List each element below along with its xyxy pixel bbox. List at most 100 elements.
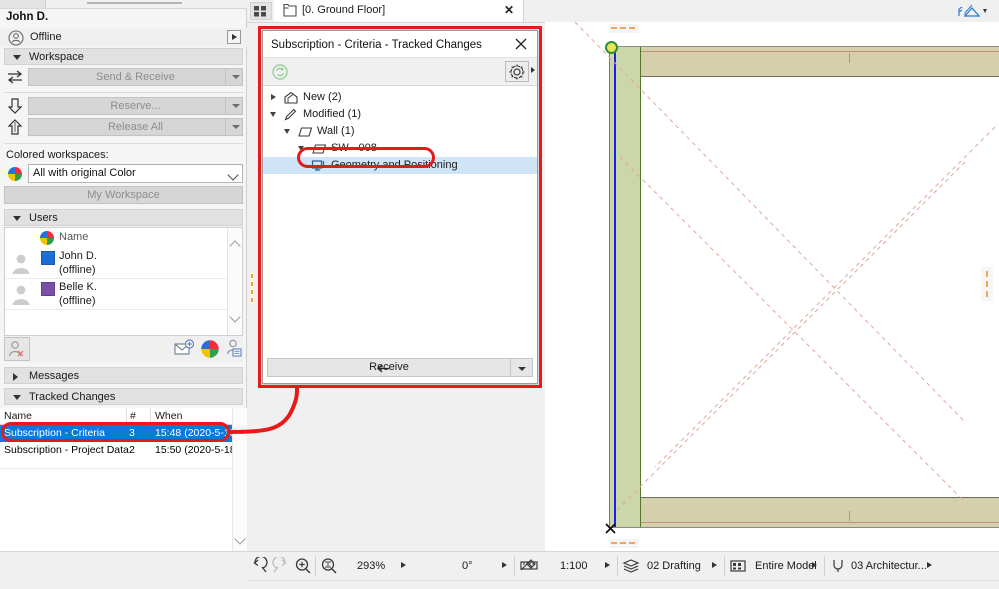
chevron-right-icon[interactable] — [271, 94, 276, 100]
user-details-button[interactable] — [222, 337, 248, 361]
send-receive-options-button[interactable] — [225, 68, 243, 86]
color-wheel-icon — [39, 230, 55, 246]
table-row[interactable]: Subscription - Project Data 2 15:50 (202… — [0, 442, 247, 459]
chevron-down-icon[interactable] — [270, 112, 276, 117]
user-status-menu-button[interactable] — [227, 30, 241, 44]
colored-workspaces-select[interactable]: All with original Color — [28, 164, 243, 183]
reserve-button[interactable]: Reserve... — [28, 97, 243, 115]
view-value[interactable]: Entire Model — [755, 560, 817, 572]
chevron-down-icon[interactable] — [284, 129, 290, 134]
3d-view-icon[interactable] — [953, 2, 993, 20]
user-list-item[interactable]: John D. (offline) — [5, 248, 229, 279]
scroll-up-icon[interactable] — [229, 240, 241, 252]
tracked-changes-table: Name # When Subscription - Criteria 3 15… — [0, 408, 247, 468]
tree-item-new[interactable]: New (2) — [263, 89, 537, 106]
user-status: (offline) — [59, 295, 96, 307]
scroll-down-icon[interactable] — [234, 533, 246, 545]
user-status-row[interactable]: Offline — [0, 28, 247, 47]
send-receive-button[interactable]: Send & Receive — [28, 68, 243, 86]
remove-user-button[interactable] — [4, 337, 30, 361]
tree-item-label: Geometry and Positioning — [331, 159, 458, 171]
structure-display-icon[interactable] — [828, 557, 848, 575]
zoom-previous-icon[interactable] — [249, 555, 269, 575]
zoom-next-icon[interactable] — [271, 555, 291, 575]
left-panel-scrollbar[interactable] — [232, 408, 247, 551]
tree-item-modified[interactable]: Modified (1) — [263, 106, 537, 123]
colored-workspaces-value: All with original Color — [33, 167, 136, 179]
wall-icon — [311, 142, 327, 155]
scale-value[interactable]: 1:100 — [560, 560, 588, 572]
reserve-label: Reserve... — [110, 100, 161, 112]
zoom-value[interactable]: 293% — [357, 560, 385, 572]
scroll-down-icon[interactable] — [229, 311, 241, 323]
close-icon[interactable]: ✕ — [504, 4, 514, 16]
user-name: Belle K. — [59, 281, 97, 293]
palette-drag-handle[interactable] — [87, 2, 182, 4]
reserve-options-button[interactable] — [225, 97, 243, 115]
tree-item-wall[interactable]: Wall (1) — [263, 123, 537, 140]
row-when: 15:50 (2020-5-18) — [155, 444, 240, 456]
gear-icon[interactable] — [505, 61, 529, 82]
grid-view-icon[interactable] — [250, 2, 272, 20]
angle-value[interactable]: 0° — [462, 560, 473, 572]
structure-dropdown-icon[interactable] — [927, 562, 932, 568]
receive-dropdown-button[interactable] — [510, 359, 532, 376]
new-element-icon — [283, 91, 299, 104]
row-count: 3 — [129, 427, 135, 439]
angle-dropdown-icon[interactable] — [502, 562, 507, 568]
status-bar: 293% 0° 1:100 02 Drafting Entire Model 0… — [0, 551, 999, 589]
my-workspace-button[interactable]: My Workspace — [4, 186, 243, 204]
view-dropdown-icon[interactable] — [812, 562, 817, 568]
gear-dropdown-icon[interactable] — [531, 67, 535, 73]
layer-value[interactable]: 02 Drafting — [647, 560, 701, 572]
row-name: Subscription - Project Data — [4, 444, 129, 456]
row-count: 2 — [129, 444, 135, 456]
user-color-chip — [41, 251, 55, 265]
zoom-dropdown-icon[interactable] — [401, 562, 406, 568]
users-column-name: Name — [59, 231, 89, 243]
user-avatar-icon — [8, 30, 24, 46]
structure-value[interactable]: 03 Architectur... — [851, 560, 927, 572]
changes-tree[interactable]: New (2) Modified (1) Wall (1) SW - 008 G… — [263, 87, 537, 328]
reserve-icon — [5, 97, 25, 115]
layer-dropdown-icon[interactable] — [712, 562, 717, 568]
user-list-item[interactable]: Belle K. (offline) — [5, 279, 229, 310]
zoom-in-icon[interactable] — [293, 557, 313, 575]
palette-tabstrip — [0, 0, 247, 9]
workspace-section-header[interactable]: Workspace — [4, 48, 243, 65]
separator — [617, 556, 618, 576]
close-icon[interactable] — [513, 36, 529, 52]
users-section-header[interactable]: Users — [4, 209, 243, 226]
floor-plan-canvas[interactable] — [545, 22, 999, 552]
tree-item-sw-008[interactable]: SW - 008 — [263, 140, 537, 157]
release-all-button[interactable]: Release All — [28, 118, 243, 136]
splitter-grip[interactable] — [250, 272, 254, 302]
color-wheel-icon — [7, 166, 23, 182]
column-divider[interactable] — [126, 408, 127, 424]
column-divider[interactable] — [150, 408, 151, 424]
users-list-scrollbar[interactable] — [227, 228, 242, 335]
divider — [4, 92, 243, 93]
palette-tab-inactive[interactable] — [0, 0, 46, 8]
scale-dropdown-icon[interactable] — [605, 562, 610, 568]
renovation-filter-icon[interactable] — [728, 557, 748, 575]
tracked-changes-section-header[interactable]: Tracked Changes — [4, 388, 243, 405]
layers-icon[interactable] — [621, 557, 641, 575]
receive-button[interactable]: Receive — [267, 358, 533, 377]
tracked-changes-dialog: Subscription - Criteria - Tracked Change… — [262, 30, 538, 384]
chevron-down-icon[interactable] — [298, 146, 304, 151]
dialog-toolbar — [263, 57, 537, 86]
tree-item-label: Modified (1) — [303, 108, 362, 120]
send-message-button[interactable] — [172, 337, 198, 361]
document-tab[interactable]: [0. Ground Floor] ✕ — [274, 0, 524, 22]
separator — [824, 556, 825, 576]
table-row[interactable]: Subscription - Criteria 3 15:48 (2020-5-… — [0, 425, 247, 442]
release-all-options-button[interactable] — [225, 118, 243, 136]
send-receive-label: Send & Receive — [96, 71, 175, 83]
tree-item-geometry-and-positioning[interactable]: Geometry and Positioning — [263, 157, 537, 174]
messages-section-header[interactable]: Messages — [4, 367, 243, 384]
scale-ruler-icon[interactable] — [519, 557, 539, 575]
avatar — [9, 282, 33, 306]
refresh-icon[interactable] — [271, 63, 289, 81]
fit-in-window-icon[interactable] — [319, 557, 339, 575]
